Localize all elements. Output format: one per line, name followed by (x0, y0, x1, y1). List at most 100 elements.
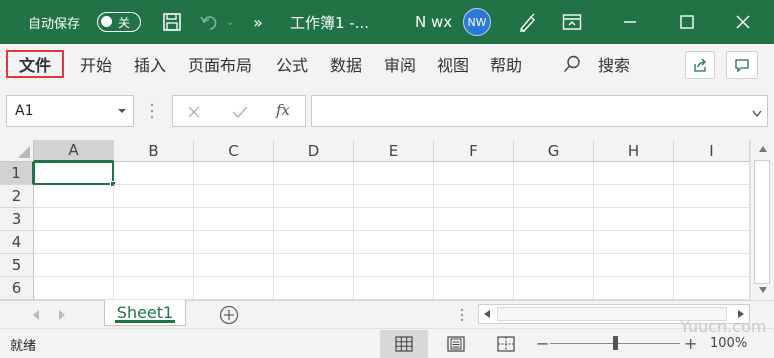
comments-icon[interactable] (726, 51, 758, 79)
cell-d2[interactable] (274, 185, 354, 208)
undo-icon[interactable] (200, 0, 222, 44)
tab-home[interactable]: 开始 (80, 50, 112, 78)
cell-f2[interactable] (434, 185, 514, 208)
cell-b5[interactable] (114, 254, 194, 277)
cell-f1[interactable] (434, 162, 514, 185)
normal-view-icon[interactable] (380, 330, 428, 358)
row-header-5[interactable]: 5 (0, 254, 34, 277)
tab-file[interactable]: 文件 (6, 50, 64, 78)
tab-formulas[interactable]: 公式 (276, 50, 308, 78)
cell-b2[interactable] (114, 185, 194, 208)
cell-d3[interactable] (274, 208, 354, 231)
cell-g6[interactable] (514, 277, 594, 300)
cell-c5[interactable] (194, 254, 274, 277)
cell-d5[interactable] (274, 254, 354, 277)
expand-formula-icon[interactable] (752, 107, 762, 122)
cell-e4[interactable] (354, 231, 434, 254)
cell-d1[interactable] (274, 162, 354, 185)
minimize-icon[interactable] (622, 0, 638, 44)
autosave-toggle[interactable]: 关 (97, 0, 141, 44)
cell-h2[interactable] (594, 185, 674, 208)
row-header-3[interactable]: 3 (0, 208, 34, 231)
cell-b6[interactable] (114, 277, 194, 300)
pen-icon[interactable] (517, 0, 539, 44)
cell-e1[interactable] (354, 162, 434, 185)
worksheet-grid[interactable]: ABCDEFGHI 123456 (0, 140, 774, 300)
cell-i6[interactable] (674, 277, 750, 300)
cell-d4[interactable] (274, 231, 354, 254)
vertical-scrollbar[interactable] (750, 140, 774, 300)
row-header-1[interactable]: 1 (0, 162, 34, 185)
sheet-tab-sheet1[interactable]: Sheet1 (104, 300, 186, 326)
cell-a5[interactable] (34, 254, 114, 277)
close-icon[interactable] (735, 0, 751, 44)
column-header-d[interactable]: D (274, 140, 354, 162)
cell-h4[interactable] (594, 231, 674, 254)
cell-i1[interactable] (674, 162, 750, 185)
cell-h1[interactable] (594, 162, 674, 185)
cell-h6[interactable] (594, 277, 674, 300)
share-icon[interactable] (685, 51, 715, 79)
tab-data[interactable]: 数据 (330, 50, 362, 78)
cell-i4[interactable] (674, 231, 750, 254)
column-header-i[interactable]: I (674, 140, 750, 162)
cell-b3[interactable] (114, 208, 194, 231)
cell-i5[interactable] (674, 254, 750, 277)
cell-g1[interactable] (514, 162, 594, 185)
zoom-out-icon[interactable]: − (536, 334, 549, 353)
cell-b1[interactable] (114, 162, 194, 185)
cell-f6[interactable] (434, 277, 514, 300)
add-sheet-icon[interactable] (219, 305, 239, 329)
tab-page-layout[interactable]: 页面布局 (188, 50, 252, 78)
cancel-icon[interactable] (186, 104, 202, 124)
column-header-g[interactable]: G (514, 140, 594, 162)
column-header-a[interactable]: A (34, 140, 114, 162)
zoom-slider[interactable] (550, 336, 680, 350)
user-name[interactable]: N wx (415, 0, 452, 44)
cell-i2[interactable] (674, 185, 750, 208)
cell-c1[interactable] (194, 162, 274, 185)
cell-a2[interactable] (34, 185, 114, 208)
cell-a6[interactable] (34, 277, 114, 300)
cell-b4[interactable] (114, 231, 194, 254)
cell-a4[interactable] (34, 231, 114, 254)
tab-split-handle-icon[interactable] (460, 308, 464, 326)
row-header-4[interactable]: 4 (0, 231, 34, 254)
cell-g5[interactable] (514, 254, 594, 277)
column-header-f[interactable]: F (434, 140, 514, 162)
row-header-6[interactable]: 6 (0, 277, 34, 300)
sheet-prev-icon[interactable] (32, 309, 40, 324)
page-break-view-icon[interactable] (482, 330, 530, 358)
save-icon[interactable] (162, 0, 182, 44)
cell-i3[interactable] (674, 208, 750, 231)
drag-handle-icon[interactable] (150, 102, 154, 124)
cell-e2[interactable] (354, 185, 434, 208)
tab-help[interactable]: 帮助 (490, 50, 522, 78)
zoom-slider-thumb[interactable] (613, 336, 618, 350)
page-layout-view-icon[interactable] (432, 330, 480, 358)
tab-view[interactable]: 视图 (437, 50, 469, 78)
cell-c4[interactable] (194, 231, 274, 254)
cell-c2[interactable] (194, 185, 274, 208)
maximize-icon[interactable] (679, 0, 695, 44)
cell-e3[interactable] (354, 208, 434, 231)
cell-f3[interactable] (434, 208, 514, 231)
formula-input[interactable] (311, 95, 768, 127)
cell-g4[interactable] (514, 231, 594, 254)
column-header-h[interactable]: H (594, 140, 674, 162)
cell-g2[interactable] (514, 185, 594, 208)
tab-insert[interactable]: 插入 (134, 50, 166, 78)
column-header-c[interactable]: C (194, 140, 274, 162)
search-label[interactable]: 搜索 (598, 50, 630, 78)
enter-icon[interactable] (231, 104, 249, 124)
cell-f4[interactable] (434, 231, 514, 254)
name-box[interactable]: A1 (6, 95, 134, 127)
undo-dropdown-icon[interactable]: ⌄ (226, 0, 234, 44)
cell-h5[interactable] (594, 254, 674, 277)
cell-f5[interactable] (434, 254, 514, 277)
ribbon-display-icon[interactable] (562, 0, 582, 44)
tab-review[interactable]: 审阅 (384, 50, 416, 78)
insert-function-icon[interactable]: fx (276, 101, 290, 119)
user-avatar[interactable]: NW (463, 0, 491, 44)
cell-h3[interactable] (594, 208, 674, 231)
